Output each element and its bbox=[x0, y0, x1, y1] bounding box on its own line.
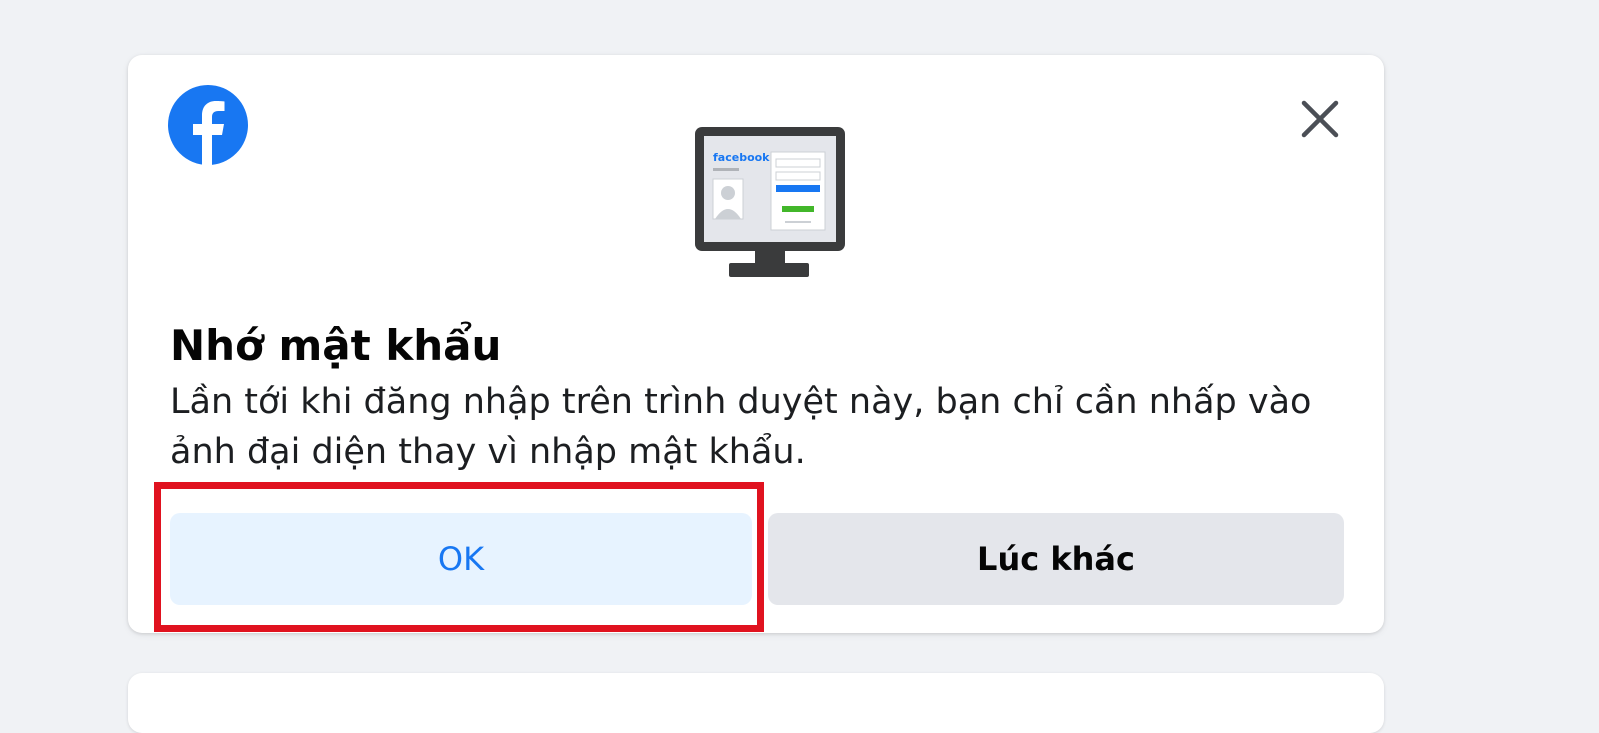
close-icon[interactable] bbox=[1298, 97, 1342, 141]
ok-button[interactable]: OK bbox=[170, 513, 752, 605]
remember-password-dialog: facebook Nhớ mật khẩu Lần tới khi đăng n… bbox=[128, 55, 1384, 633]
facebook-logo-icon bbox=[168, 85, 248, 165]
not-now-button[interactable]: Lúc khác bbox=[768, 513, 1344, 605]
dialog-description: Lần tới khi đăng nhập trên trình duyệt n… bbox=[170, 382, 1312, 472]
illustration-brand-text: facebook bbox=[713, 151, 770, 164]
computer-monitor-illustration: facebook bbox=[695, 127, 845, 277]
dialog-title: Nhớ mật khẩu bbox=[170, 321, 502, 370]
secondary-card bbox=[128, 673, 1384, 733]
